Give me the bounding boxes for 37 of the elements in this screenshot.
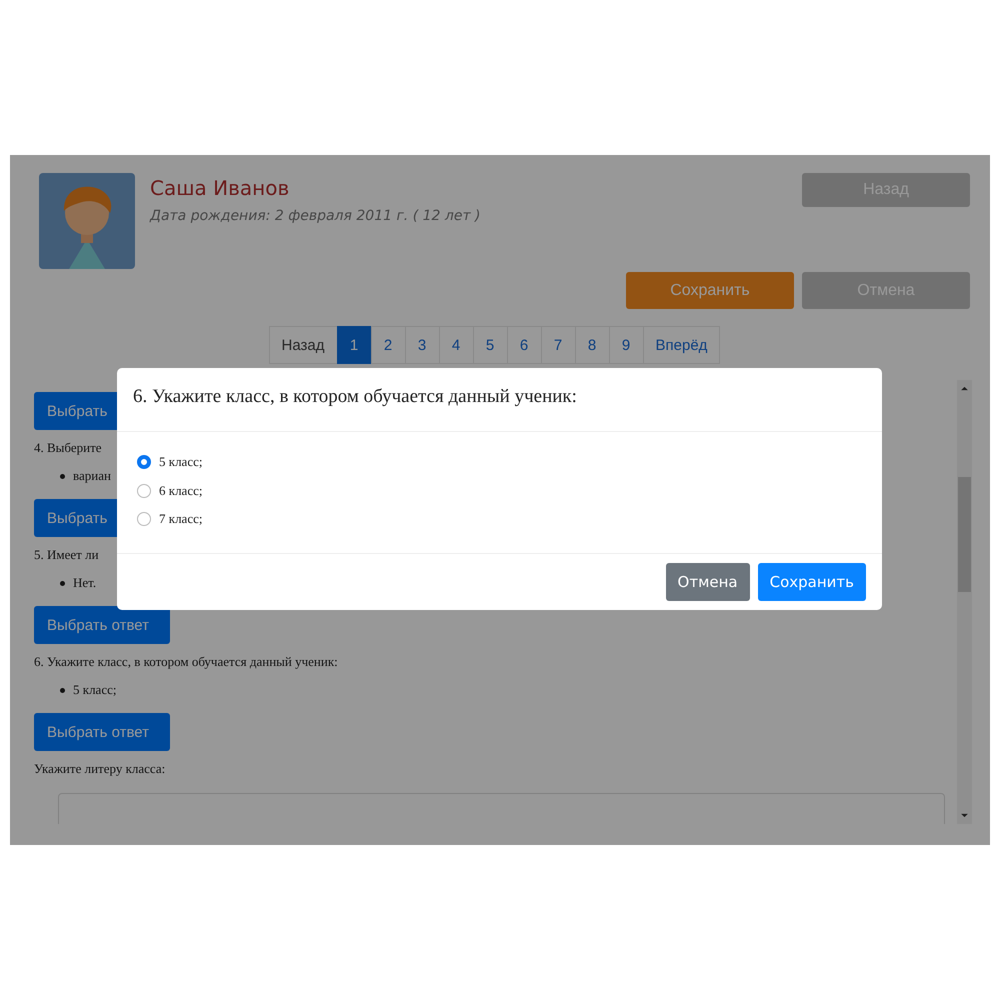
page-link[interactable]: 3 (404, 326, 440, 364)
scroll-up-icon[interactable] (961, 386, 968, 391)
answer-text: Нет. (73, 575, 96, 591)
scroll-down-icon[interactable] (961, 813, 968, 818)
question-text: 4. Выберите (34, 440, 103, 456)
page-link[interactable]: 8 (574, 326, 610, 364)
question-text: Укажите литеру класса: (34, 761, 166, 777)
bullet-icon (60, 580, 65, 586)
radio-button[interactable] (137, 512, 151, 526)
page-link[interactable]: 1 (336, 326, 372, 364)
page-link[interactable]: 7 (540, 326, 576, 364)
option-label: 5 класс; (159, 454, 202, 470)
scroll-thumb[interactable] (958, 477, 971, 592)
page-link[interactable]: 9 (608, 326, 644, 364)
choose-answer-button[interactable]: Выбрать ответ (34, 606, 170, 644)
page-link[interactable]: 4 (438, 326, 474, 364)
question-text: 5. Имеет ли (34, 547, 100, 563)
question-text: 6. Укажите класс, в котором обучается данный ученик: (34, 654, 339, 670)
page-link[interactable]: 6 (506, 326, 542, 364)
next-page-link[interactable]: Вперёд (642, 326, 720, 364)
bullet-icon (60, 688, 65, 692)
save-button[interactable]: Сохранить (626, 272, 794, 309)
prev-page-link[interactable]: Назад (268, 326, 338, 364)
cancel-button[interactable]: Отмена (666, 563, 750, 601)
scrollbar[interactable] (957, 380, 972, 824)
save-button[interactable]: Сохранить (758, 563, 866, 601)
option-label: 6 класс; (159, 482, 202, 499)
radio-button[interactable] (137, 484, 151, 498)
answer-text: вариан (73, 468, 111, 484)
radio-button[interactable] (137, 455, 151, 470)
choose-answer-button[interactable]: Выбрать ответ (34, 713, 170, 751)
page-link[interactable]: 5 (472, 326, 508, 364)
bullet-icon (60, 474, 65, 478)
student-name: Саша Иванов (150, 176, 290, 200)
birth-date: Дата рождения: 2 февраля 2011 г. ( 12 лет ) (150, 208, 482, 224)
page-link[interactable]: 2 (370, 326, 406, 364)
answer-text: 5 класс; (73, 682, 116, 698)
